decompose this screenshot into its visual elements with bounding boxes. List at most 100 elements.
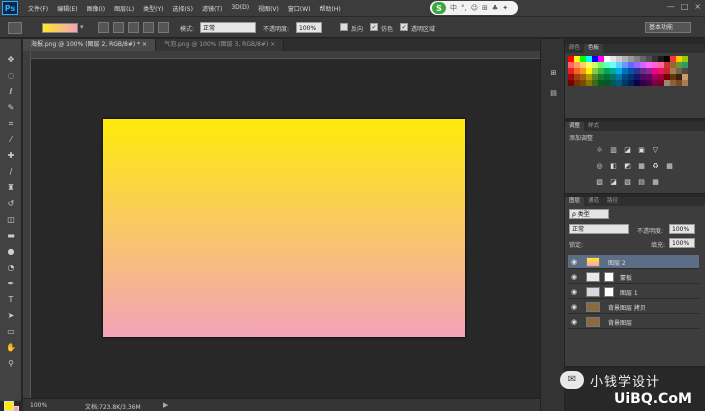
curves-icon[interactable]: ◪: [623, 146, 632, 155]
zoom-level[interactable]: 100%: [30, 402, 47, 409]
tool-preset-icon[interactable]: [8, 22, 22, 34]
menu-view[interactable]: 视图(V): [258, 4, 279, 13]
layer-row[interactable]: ◉ 图层 1: [568, 285, 699, 299]
exposure-icon[interactable]: ▣: [637, 146, 646, 155]
close-icon[interactable]: ×: [694, 2, 701, 11]
lasso-tool-icon[interactable]: ℓ: [6, 87, 16, 97]
menu-3d[interactable]: 3D(D): [231, 4, 249, 13]
color-balance-icon[interactable]: ◧: [609, 162, 618, 171]
black-white-icon[interactable]: ◩: [623, 162, 632, 171]
dither-checkbox[interactable]: ✓: [370, 23, 378, 31]
reverse-checkbox[interactable]: [340, 23, 348, 31]
visibility-eye-icon[interactable]: ◉: [571, 318, 579, 326]
layer-row[interactable]: ◉ 图层 2: [568, 255, 699, 269]
ime-keyboard-icon[interactable]: ⊞: [482, 4, 488, 12]
ime-chinese-icon[interactable]: 中: [450, 3, 457, 13]
menu-select[interactable]: 选择(S): [172, 4, 193, 13]
layer-row[interactable]: ◉ 蒙板: [568, 270, 699, 284]
photo-filter-icon[interactable]: ▦: [637, 162, 646, 171]
visibility-eye-icon[interactable]: ◉: [571, 288, 579, 296]
channel-mixer-icon[interactable]: ♻: [651, 162, 660, 171]
menu-window[interactable]: 窗口(W): [288, 4, 311, 13]
posterize-icon[interactable]: ◪: [609, 178, 618, 187]
gradient-tool-icon[interactable]: ▬: [6, 231, 16, 241]
fill-input[interactable]: 100%: [669, 238, 695, 248]
eyedropper-tool-icon[interactable]: ⁄: [6, 135, 16, 145]
ime-skin-icon[interactable]: ♣: [492, 4, 498, 12]
quick-select-tool-icon[interactable]: ✎: [6, 103, 16, 113]
tab-poster[interactable]: 海报.png @ 100% (图层 2, RGB/8#) * ×: [23, 39, 157, 51]
layer-row[interactable]: ◉ 背景图层 拷贝: [568, 300, 699, 314]
opacity-input[interactable]: 100%: [296, 22, 322, 33]
properties-panel-icon[interactable]: ▤: [548, 89, 559, 100]
tab-adjustments[interactable]: 调整: [565, 122, 585, 131]
hand-tool-icon[interactable]: ✋: [6, 343, 16, 353]
status-menu-icon[interactable]: ▶: [163, 401, 168, 409]
photoshop-logo[interactable]: Ps: [2, 1, 18, 15]
history-panel-icon[interactable]: ⊞: [548, 69, 559, 80]
type-tool-icon[interactable]: T: [6, 295, 16, 305]
tab-layers[interactable]: 图层: [565, 197, 585, 206]
ime-toolbar[interactable]: S 中 °, ☺ ⊞ ♣ ✦: [430, 1, 518, 15]
maximize-icon[interactable]: □: [681, 2, 689, 11]
path-select-tool-icon[interactable]: ➤: [6, 311, 16, 321]
tab-swatches[interactable]: 色板: [584, 44, 604, 53]
menu-edit[interactable]: 编辑(E): [57, 4, 77, 13]
clone-stamp-tool-icon[interactable]: ♜: [6, 183, 16, 193]
brightness-icon[interactable]: ☼: [595, 146, 604, 155]
gradient-map-icon[interactable]: ▦: [651, 178, 660, 187]
visibility-eye-icon[interactable]: ◉: [571, 273, 579, 281]
menu-filter[interactable]: 滤镜(T): [202, 4, 222, 13]
color-lookup-icon[interactable]: ▦: [665, 162, 674, 171]
levels-icon[interactable]: ▥: [609, 146, 618, 155]
menu-image[interactable]: 图像(I): [87, 4, 105, 13]
tab-channels[interactable]: 通道: [584, 197, 603, 206]
layer-row[interactable]: ◉ 背景图层: [568, 315, 699, 329]
healing-brush-tool-icon[interactable]: ✚: [6, 151, 16, 161]
ime-tools-icon[interactable]: ✦: [502, 4, 508, 12]
invert-icon[interactable]: ▨: [595, 178, 604, 187]
threshold-icon[interactable]: ▧: [623, 178, 632, 187]
eraser-tool-icon[interactable]: ◫: [6, 215, 16, 225]
tab-styles[interactable]: 样式: [584, 122, 603, 131]
menu-type[interactable]: 类型(Y): [143, 4, 163, 13]
blur-tool-icon[interactable]: ●: [6, 247, 16, 257]
tab-bubble[interactable]: 气泡.png @ 100% (图层 3, RGB/8#) ×: [156, 39, 285, 51]
move-tool-icon[interactable]: ✥: [6, 55, 16, 65]
linear-gradient-icon[interactable]: [98, 22, 109, 33]
foreground-color-swatch[interactable]: [4, 401, 14, 411]
tab-color[interactable]: 颜色: [565, 44, 584, 53]
gradient-dropdown-icon[interactable]: ▾: [80, 23, 84, 31]
workspace-select[interactable]: 基本功能: [645, 22, 691, 33]
vertical-ruler[interactable]: [23, 51, 31, 398]
layer-filter-select[interactable]: ρ 类型: [569, 209, 609, 219]
color-swatch[interactable]: [682, 80, 688, 86]
visibility-eye-icon[interactable]: ◉: [571, 258, 579, 266]
radial-gradient-icon[interactable]: [113, 22, 124, 33]
visibility-eye-icon[interactable]: ◉: [571, 303, 579, 311]
history-brush-tool-icon[interactable]: ↺: [6, 199, 16, 209]
brush-tool-icon[interactable]: ∕: [6, 167, 16, 177]
minimize-icon[interactable]: —: [667, 2, 675, 11]
mode-select[interactable]: 正常: [200, 22, 256, 33]
vibrance-icon[interactable]: ▽: [651, 146, 660, 155]
marquee-tool-icon[interactable]: ◌: [6, 71, 16, 81]
menu-file[interactable]: 文件(F): [28, 4, 48, 13]
pen-tool-icon[interactable]: ✒: [6, 279, 16, 289]
zoom-tool-icon[interactable]: ⚲: [6, 359, 16, 369]
menu-help[interactable]: 帮助(H): [320, 4, 341, 13]
ime-punct-icon[interactable]: °,: [461, 4, 467, 12]
selective-color-icon[interactable]: ▤: [637, 178, 646, 187]
shape-tool-icon[interactable]: ▭: [6, 327, 16, 337]
layer-opacity-input[interactable]: 100%: [669, 224, 695, 234]
gradient-editor-swatch[interactable]: [42, 23, 78, 33]
dodge-tool-icon[interactable]: ◔: [6, 263, 16, 273]
transparency-checkbox[interactable]: ✓: [400, 23, 408, 31]
reflected-gradient-icon[interactable]: [143, 22, 154, 33]
horizontal-ruler[interactable]: [31, 51, 540, 59]
angle-gradient-icon[interactable]: [128, 22, 139, 33]
blend-mode-select[interactable]: 正常: [569, 224, 629, 234]
menu-layer[interactable]: 图层(L): [114, 4, 134, 13]
ime-emoji-icon[interactable]: ☺: [471, 4, 478, 12]
crop-tool-icon[interactable]: ⌗: [6, 119, 16, 129]
